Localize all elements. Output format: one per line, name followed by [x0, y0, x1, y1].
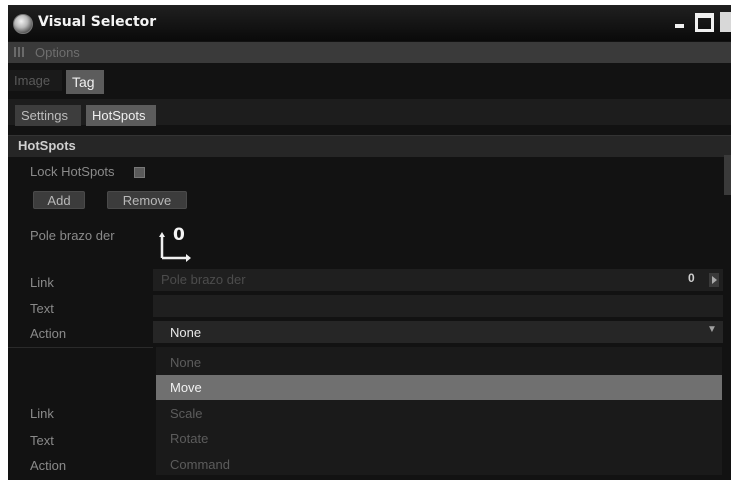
action-dropdown-menu: None Move Scale Rotate Command: [156, 347, 722, 475]
reference-value: 0: [173, 225, 185, 245]
dropdown-option-command[interactable]: Command: [156, 452, 722, 477]
scrollbar-thumb[interactable]: [724, 155, 731, 195]
lock-hotspots-checkbox[interactable]: [134, 167, 145, 178]
close-icon[interactable]: [720, 12, 731, 32]
link-arrow-icon[interactable]: [709, 273, 719, 287]
main-tabs: Image Tag: [8, 68, 731, 94]
section-title: HotSpots: [18, 138, 76, 153]
sub-tabs: Settings HotSpots: [8, 99, 731, 126]
hotspots-section-header[interactable]: HotSpots: [8, 135, 731, 157]
link-field[interactable]: Pole brazo der 0: [153, 269, 723, 291]
menu-grip-icon[interactable]: [14, 47, 24, 57]
chevron-down-icon[interactable]: ▼: [707, 324, 717, 335]
text-field[interactable]: [153, 295, 723, 317]
link-label-2: Link: [30, 406, 54, 421]
link-reference-icon[interactable]: 0: [688, 271, 695, 285]
action-label: Action: [30, 326, 67, 341]
tab-settings[interactable]: Settings: [15, 105, 81, 126]
action-label-2: Action: [30, 458, 67, 473]
dropdown-option-move[interactable]: Move: [156, 375, 722, 400]
link-label: Link: [30, 275, 54, 290]
app-sphere-icon: [13, 14, 33, 34]
minimize-icon[interactable]: [670, 12, 690, 32]
window-title: Visual Selector: [38, 14, 157, 30]
text-label-2: Text: [30, 433, 54, 448]
tab-image[interactable]: Image: [8, 70, 62, 91]
dropdown-option-rotate[interactable]: Rotate: [156, 426, 722, 451]
tab-tag[interactable]: Tag: [66, 70, 104, 94]
dropdown-option-none[interactable]: None: [156, 350, 722, 375]
lock-hotspots-label: Lock HotSpots: [30, 164, 115, 179]
visual-selector-window: Visual Selector Options Image Tag Settin…: [8, 5, 731, 480]
remove-button[interactable]: Remove: [107, 191, 187, 209]
tab-hotspots[interactable]: HotSpots: [86, 105, 156, 126]
link-value: Pole brazo der: [161, 272, 246, 287]
title-bar[interactable]: Visual Selector: [8, 5, 731, 41]
menu-item-options[interactable]: Options: [35, 45, 80, 60]
text-label: Text: [30, 301, 54, 316]
action-selected-value: None: [170, 325, 202, 340]
hotspot-name: Pole brazo der: [30, 228, 115, 243]
maximize-icon[interactable]: [695, 13, 714, 32]
action-select[interactable]: None ▼: [153, 321, 723, 343]
dropdown-option-scale[interactable]: Scale: [156, 401, 722, 426]
add-button[interactable]: Add: [33, 191, 85, 209]
menu-bar: Options: [8, 42, 731, 63]
divider: [8, 347, 153, 348]
